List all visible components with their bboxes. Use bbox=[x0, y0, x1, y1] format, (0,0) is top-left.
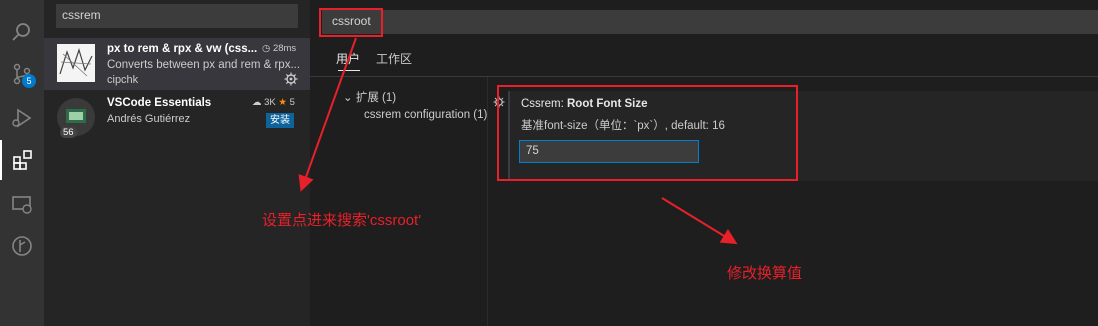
toc-item-cssrem[interactable]: cssrem configuration (1) bbox=[364, 109, 487, 121]
annotation-box-setting bbox=[497, 85, 798, 181]
chevron-down-icon: ⌄ bbox=[343, 92, 353, 104]
git-graph-icon[interactable] bbox=[0, 226, 44, 266]
tab-active-indicator bbox=[338, 70, 360, 71]
search-icon[interactable] bbox=[0, 12, 44, 52]
install-button[interactable]: 安装 bbox=[266, 113, 294, 128]
thumbnail-badge: 56 bbox=[60, 127, 77, 138]
toc-border bbox=[487, 77, 488, 326]
extension-item-vscode-essentials[interactable]: 56 VSCode Essentials ☁ 3K ★ 5 Andrés Gut… bbox=[44, 92, 310, 144]
extension-description: Converts between px and rem & rpx... bbox=[107, 59, 301, 71]
annotation-value-note: 修改换算值 bbox=[727, 265, 803, 282]
scm-badge: 5 bbox=[22, 74, 36, 88]
extension-time: ◷ 28ms bbox=[262, 43, 297, 54]
settings-search-input[interactable]: cssroot bbox=[322, 10, 1098, 34]
extension-name: VSCode Essentials bbox=[107, 97, 212, 109]
annotation-box-search bbox=[319, 8, 383, 37]
run-debug-icon[interactable] bbox=[0, 98, 44, 138]
extension-item-cssrem[interactable]: px to rem & rpx & vw (css... ◷ 28ms Conv… bbox=[44, 38, 310, 90]
source-control-icon[interactable] bbox=[0, 54, 44, 94]
extension-downloads: ☁ 3K ★ 5 bbox=[252, 97, 295, 108]
extension-author: cipchk bbox=[107, 74, 139, 86]
annotation-search-note: 设置点进来搜索'cssroot' bbox=[262, 212, 422, 229]
extension-name: px to rem & rpx & vw (css... bbox=[107, 43, 258, 55]
activity-bar: 5 bbox=[0, 0, 44, 326]
tab-workspace[interactable]: 工作区 bbox=[376, 50, 412, 67]
extensions-icon[interactable] bbox=[0, 140, 44, 180]
extensions-search-input[interactable]: cssrem bbox=[56, 4, 298, 28]
extension-thumbnail bbox=[57, 44, 95, 82]
toc-group-extensions[interactable]: ⌄ 扩展 (1) bbox=[343, 89, 396, 105]
extension-author: Andrés Gutiérrez bbox=[107, 113, 191, 125]
remote-explorer-icon[interactable] bbox=[0, 184, 44, 224]
tab-user[interactable]: 用户 bbox=[336, 50, 360, 67]
settings-divider bbox=[310, 76, 1098, 77]
gear-icon[interactable] bbox=[284, 72, 298, 86]
